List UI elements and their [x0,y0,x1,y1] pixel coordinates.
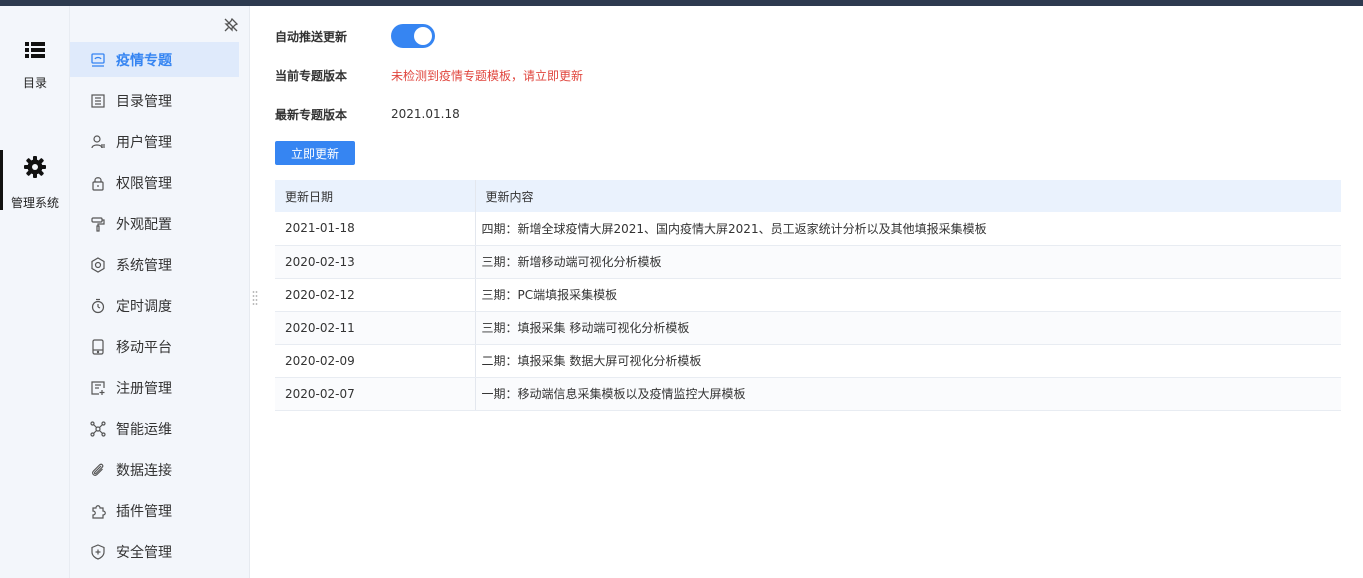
gear-icon [24,156,46,178]
sidebar-item-security[interactable]: 安全管理 [70,534,239,569]
latest-version-label: 最新专题版本 [275,107,348,122]
table-row[interactable]: 2020-02-07 一期：移动端信息采集模板以及疫情监控大屏模板 [275,377,1341,411]
cell-date: 2021-01-18 [275,212,476,246]
pin-icon[interactable] [224,18,238,32]
rail-item-label: 目录 [22,76,47,90]
catalog-icon [91,93,105,108]
network-icon [90,420,106,437]
lock-icon [92,176,104,191]
sidebar-item-data-connection[interactable]: 数据连接 [70,452,239,487]
cell-content: 二期：填报采集 数据大屏可视化分析模板 [475,344,1341,378]
cell-content: 一期：移动端信息采集模板以及疫情监控大屏模板 [475,377,1341,411]
update-now-button[interactable]: 立即更新 [275,141,355,165]
toggle-knob [414,27,432,45]
update-history-table: 更新日期 更新内容 2021-01-18 四期：新增全球疫情大屏2021、国内疫… [275,180,1341,411]
current-version-row: 当前专题版本 未检测到疫情专题模板，请立即更新 [275,66,583,84]
cell-date: 2020-02-09 [275,344,476,378]
table-row[interactable]: 2020-02-12 三期：PC端填报采集模板 [275,278,1341,312]
sidebar-item-plugins[interactable]: 插件管理 [70,493,239,528]
cell-content: 三期：新增移动端可视化分析模板 [475,245,1341,279]
sidebar-item-permissions[interactable]: 权限管理 [70,165,239,200]
auto-push-label: 自动推送更新 [275,29,348,44]
paint-roller-icon [91,216,105,232]
timer-icon [91,298,105,313]
column-header-content[interactable]: 更新内容 [475,180,1341,212]
resize-handle-icon[interactable] [252,290,258,306]
rail-item-label: 管理系统 [10,196,59,210]
secondary-sidebar: 疫情专题 目录管理 用户管理 权限管理 外观配置 系统管理 定时调度 移动平台 … [70,6,250,578]
register-icon [91,380,105,395]
cell-date: 2020-02-07 [275,377,476,411]
cell-date: 2020-02-12 [275,278,476,312]
table-row[interactable]: 2021-01-18 四期：新增全球疫情大屏2021、国内疫情大屏2021、员工… [275,212,1341,246]
sidebar-item-catalog[interactable]: 目录管理 [70,83,239,118]
current-version-label: 当前专题版本 [275,68,348,83]
current-version-value: 未检测到疫情专题模板，请立即更新 [391,68,584,83]
rail-item-catalog[interactable]: 目录 [0,42,70,91]
auto-push-toggle[interactable] [391,24,435,48]
cell-content: 三期：PC端填报采集模板 [475,278,1341,312]
sidebar-item-system[interactable]: 系统管理 [70,247,239,282]
table-header-row: 更新日期 更新内容 [275,180,1341,212]
sidebar-item-mobile[interactable]: 移动平台 [70,329,239,364]
cell-date: 2020-02-11 [275,311,476,345]
sidebar-item-users[interactable]: 用户管理 [70,124,239,159]
paperclip-icon [92,463,104,476]
monitor-icon [91,52,105,67]
cell-content: 三期：填报采集 移动端可视化分析模板 [475,311,1341,345]
main-content: 自动推送更新 当前专题版本 未检测到疫情专题模板，请立即更新 最新专题版本 20… [275,6,1345,578]
list-icon [25,42,45,58]
mobile-icon [92,338,104,355]
sidebar-item-ops[interactable]: 智能运维 [70,411,239,446]
puzzle-icon [92,504,106,519]
sidebar-item-appearance[interactable]: 外观配置 [70,206,239,241]
sidebar-menu: 疫情专题 目录管理 用户管理 权限管理 外观配置 系统管理 定时调度 移动平台 … [70,42,239,575]
cell-date: 2020-02-13 [275,245,476,279]
latest-version-value: 2021.01.18 [391,107,460,121]
sidebar-item-registration[interactable]: 注册管理 [70,370,239,405]
primary-rail: 目录 管理系统 [0,6,70,578]
table-row[interactable]: 2020-02-09 二期：填报采集 数据大屏可视化分析模板 [275,344,1341,378]
rail-item-management[interactable]: 管理系统 [0,150,70,211]
sidebar-item-scheduler[interactable]: 定时调度 [70,288,239,323]
latest-version-row: 最新专题版本 2021.01.18 [275,105,460,123]
settings-icon [91,256,105,273]
table-row[interactable]: 2020-02-13 三期：新增移动端可视化分析模板 [275,245,1341,279]
user-icon [91,134,105,148]
cell-content: 四期：新增全球疫情大屏2021、国内疫情大屏2021、员工返家统计分析以及其他填… [475,212,1341,246]
sidebar-item-epidemic-topic[interactable]: 疫情专题 [70,42,239,77]
column-header-date[interactable]: 更新日期 [275,180,476,212]
shield-icon [91,543,105,560]
auto-push-row: 自动推送更新 [275,24,435,48]
table-row[interactable]: 2020-02-11 三期：填报采集 移动端可视化分析模板 [275,311,1341,345]
